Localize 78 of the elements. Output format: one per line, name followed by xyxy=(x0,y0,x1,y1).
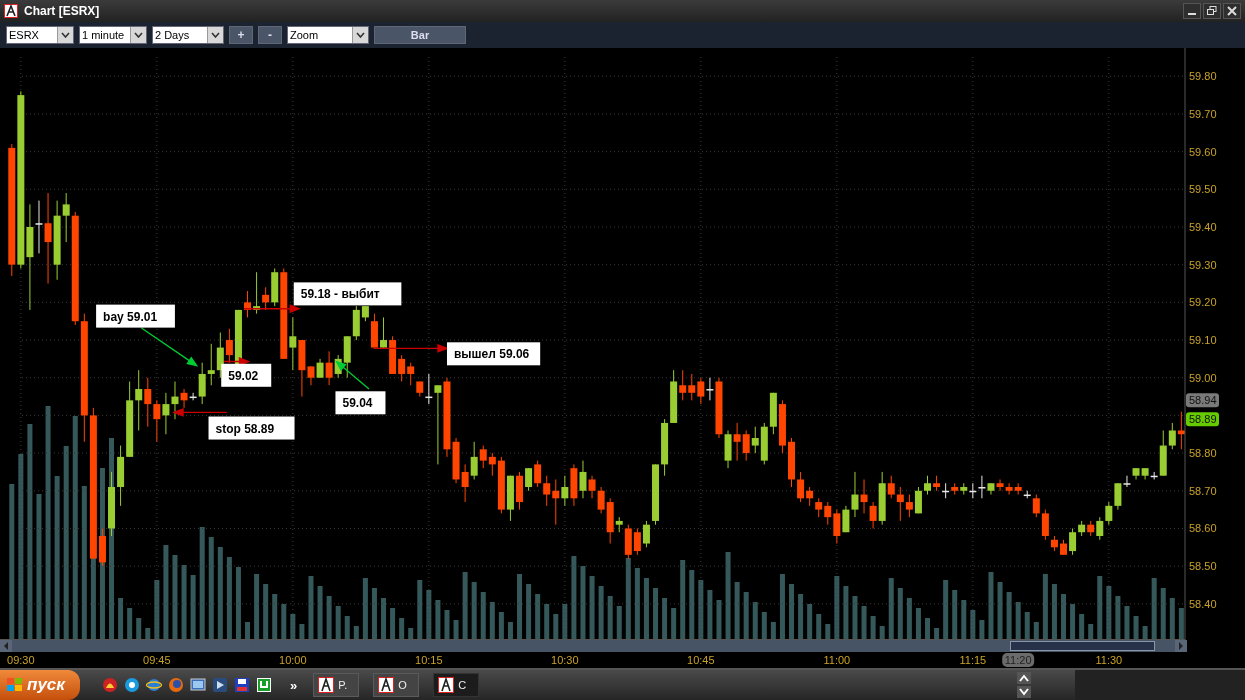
price-marker: 58.94 xyxy=(1186,393,1219,408)
price-axis-label: 58.40 xyxy=(1189,597,1217,610)
price-axis-label: 58.60 xyxy=(1189,522,1217,535)
monitor-icon[interactable] xyxy=(190,677,206,693)
candlestick xyxy=(380,316,387,349)
horizontal-scrollbar[interactable] xyxy=(0,640,1187,652)
candlestick xyxy=(244,290,251,318)
app-logo-icon xyxy=(318,677,335,693)
flag-icon xyxy=(6,677,24,693)
candlestick xyxy=(924,475,931,496)
time-axis-label: 09:45 xyxy=(143,654,171,666)
annotation-label: stop 58.89 xyxy=(208,416,295,440)
time-axis-label: 10:15 xyxy=(415,654,443,666)
mode-dropdown[interactable]: Zoom xyxy=(287,26,369,44)
annotation-label: 59.18 - выбит xyxy=(293,282,402,306)
close-icon xyxy=(1227,6,1237,16)
price-axis-label: 59.60 xyxy=(1189,145,1217,158)
scrollbar-thumb[interactable] xyxy=(1010,641,1155,651)
candlestick xyxy=(516,471,523,511)
price-axis-label: 58.50 xyxy=(1189,560,1217,573)
candlestick xyxy=(652,463,659,526)
window-title: Chart [ESRX] xyxy=(24,4,100,18)
time-cursor-badge: 11:20 xyxy=(1002,653,1035,667)
time-axis-label: 11:00 xyxy=(823,654,851,666)
price-axis-label: 58.80 xyxy=(1189,447,1217,460)
download-icon[interactable] xyxy=(256,677,272,693)
range-dropdown[interactable]: 2 Days xyxy=(152,26,224,44)
price-marker: 58.89 xyxy=(1186,412,1219,427)
app-logo-icon xyxy=(4,4,18,18)
taskbar-button[interactable]: P. xyxy=(313,673,360,697)
time-axis-label: 10:00 xyxy=(279,654,307,666)
interval-dropdown[interactable]: 1 minute xyxy=(79,26,147,44)
globe-icon[interactable] xyxy=(146,677,162,693)
zoom-out-button[interactable]: - xyxy=(258,26,282,44)
time-axis-label: 10:45 xyxy=(687,654,715,666)
restore-icon xyxy=(1207,6,1217,16)
bar-button[interactable]: Bar xyxy=(374,26,466,44)
time-axis-label: 11:15 xyxy=(959,654,987,666)
save-icon[interactable] xyxy=(234,677,250,693)
price-axis-label: 59.10 xyxy=(1189,334,1217,347)
price-axis-label: 58.70 xyxy=(1189,484,1217,497)
candlestick xyxy=(788,437,795,488)
down-arrow-icon[interactable] xyxy=(1017,686,1031,698)
more-button[interactable]: » xyxy=(288,677,300,693)
candlestick xyxy=(108,471,115,537)
time-axis-label: 11:30 xyxy=(1095,654,1123,666)
app-logo-icon xyxy=(438,677,455,693)
time-axis-label: 10:30 xyxy=(551,654,579,666)
price-axis-label: 59.70 xyxy=(1189,107,1217,120)
player-icon[interactable] xyxy=(212,677,228,693)
annotation-label: 59.02 xyxy=(221,363,272,387)
minimize-button[interactable] xyxy=(1183,3,1201,19)
price-axis-label: 59.30 xyxy=(1189,258,1217,271)
annotation-label: 59.04 xyxy=(335,391,386,415)
price-axis-label: 59.80 xyxy=(1189,70,1217,83)
minimize-icon xyxy=(1188,13,1196,15)
maximize-button[interactable] xyxy=(1203,3,1221,19)
close-button[interactable] xyxy=(1223,3,1241,19)
app-logo-icon xyxy=(378,677,395,693)
price-axis-label: 59.20 xyxy=(1189,296,1217,309)
price-axis-label: 59.40 xyxy=(1189,221,1217,233)
caret-icon xyxy=(356,32,365,38)
symbol-dropdown[interactable]: ESRX xyxy=(6,26,74,44)
taskbar-button[interactable]: C xyxy=(433,673,480,697)
zoom-in-button[interactable]: + xyxy=(229,26,253,44)
scroll-left-icon[interactable] xyxy=(0,640,12,652)
price-axis-label: 59.00 xyxy=(1189,371,1217,384)
price-axis-label: 59.50 xyxy=(1189,183,1217,196)
caret-icon xyxy=(211,32,220,38)
caret-icon xyxy=(134,32,143,38)
scroll-right-icon[interactable] xyxy=(1175,640,1187,652)
candlestick xyxy=(1060,539,1067,556)
taskbar-button[interactable]: O xyxy=(373,673,420,697)
annotation-label: bay 59.01 xyxy=(96,304,175,328)
time-axis-label: 09:30 xyxy=(7,654,35,666)
up-arrow-icon[interactable] xyxy=(1017,672,1031,684)
annotation-label: вышел 59.06 xyxy=(447,342,541,366)
caret-icon xyxy=(61,32,70,38)
